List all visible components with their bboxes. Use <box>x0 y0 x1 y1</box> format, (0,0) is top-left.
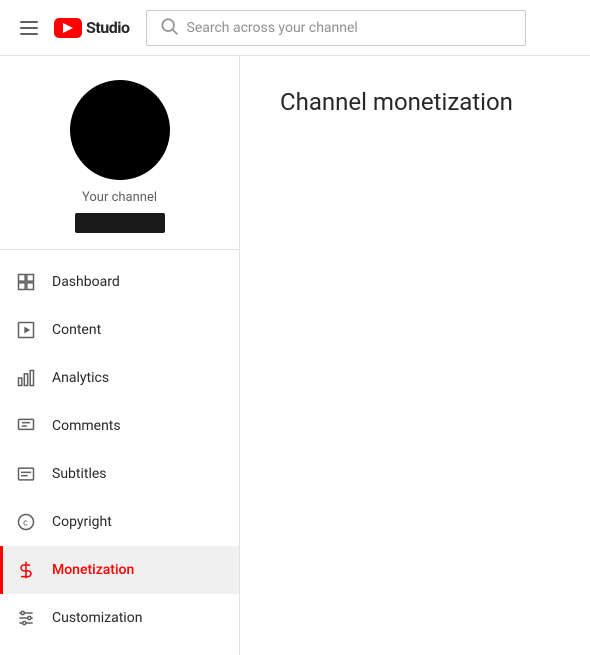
sidebar-item-comments[interactable]: Comments <box>0 402 239 450</box>
search-icon <box>159 16 179 40</box>
copyright-label: Copyright <box>52 514 112 530</box>
svg-text:c: c <box>23 517 28 527</box>
sidebar-item-customization[interactable]: Customization <box>0 594 239 642</box>
channel-label: Your channel <box>82 190 157 205</box>
sidebar-item-analytics[interactable]: Analytics <box>0 354 239 402</box>
subtitles-label: Subtitles <box>52 466 107 482</box>
subtitles-icon <box>16 464 36 484</box>
header: Studio Search across your channel <box>0 0 590 56</box>
search-placeholder: Search across your channel <box>187 20 358 36</box>
header-left: Studio <box>16 17 130 39</box>
customization-label: Customization <box>52 610 142 626</box>
nav-list: Dashboard Content <box>0 250 239 650</box>
page-title: Channel monetization <box>280 88 550 116</box>
sidebar-item-monetization[interactable]: Monetization <box>0 546 239 594</box>
studio-text: Studio <box>86 18 130 37</box>
dashboard-icon <box>16 272 36 292</box>
content-label: Content <box>52 322 101 338</box>
channel-profile: Your channel <box>0 56 239 250</box>
comments-label: Comments <box>52 418 121 434</box>
sidebar-item-subtitles[interactable]: Subtitles <box>0 450 239 498</box>
monetization-label: Monetization <box>52 562 134 578</box>
search-bar[interactable]: Search across your channel <box>146 10 526 46</box>
monetization-icon <box>16 560 36 580</box>
sidebar: Your channel Dashboard <box>0 56 240 655</box>
analytics-icon <box>16 368 36 388</box>
channel-name-bar <box>75 213 165 233</box>
comments-icon <box>16 416 36 436</box>
sidebar-item-copyright[interactable]: c Copyright <box>0 498 239 546</box>
content-area: Channel monetization <box>240 56 590 655</box>
content-icon <box>16 320 36 340</box>
copyright-icon: c <box>16 512 36 532</box>
analytics-label: Analytics <box>52 370 109 386</box>
dashboard-label: Dashboard <box>52 274 120 290</box>
sidebar-item-content[interactable]: Content <box>0 306 239 354</box>
youtube-studio-logo[interactable]: Studio <box>54 18 130 38</box>
main-layout: Your channel Dashboard <box>0 56 590 655</box>
youtube-icon <box>54 18 82 38</box>
sidebar-item-dashboard[interactable]: Dashboard <box>0 258 239 306</box>
customization-icon <box>16 608 36 628</box>
avatar <box>70 80 170 180</box>
menu-icon[interactable] <box>16 17 42 39</box>
